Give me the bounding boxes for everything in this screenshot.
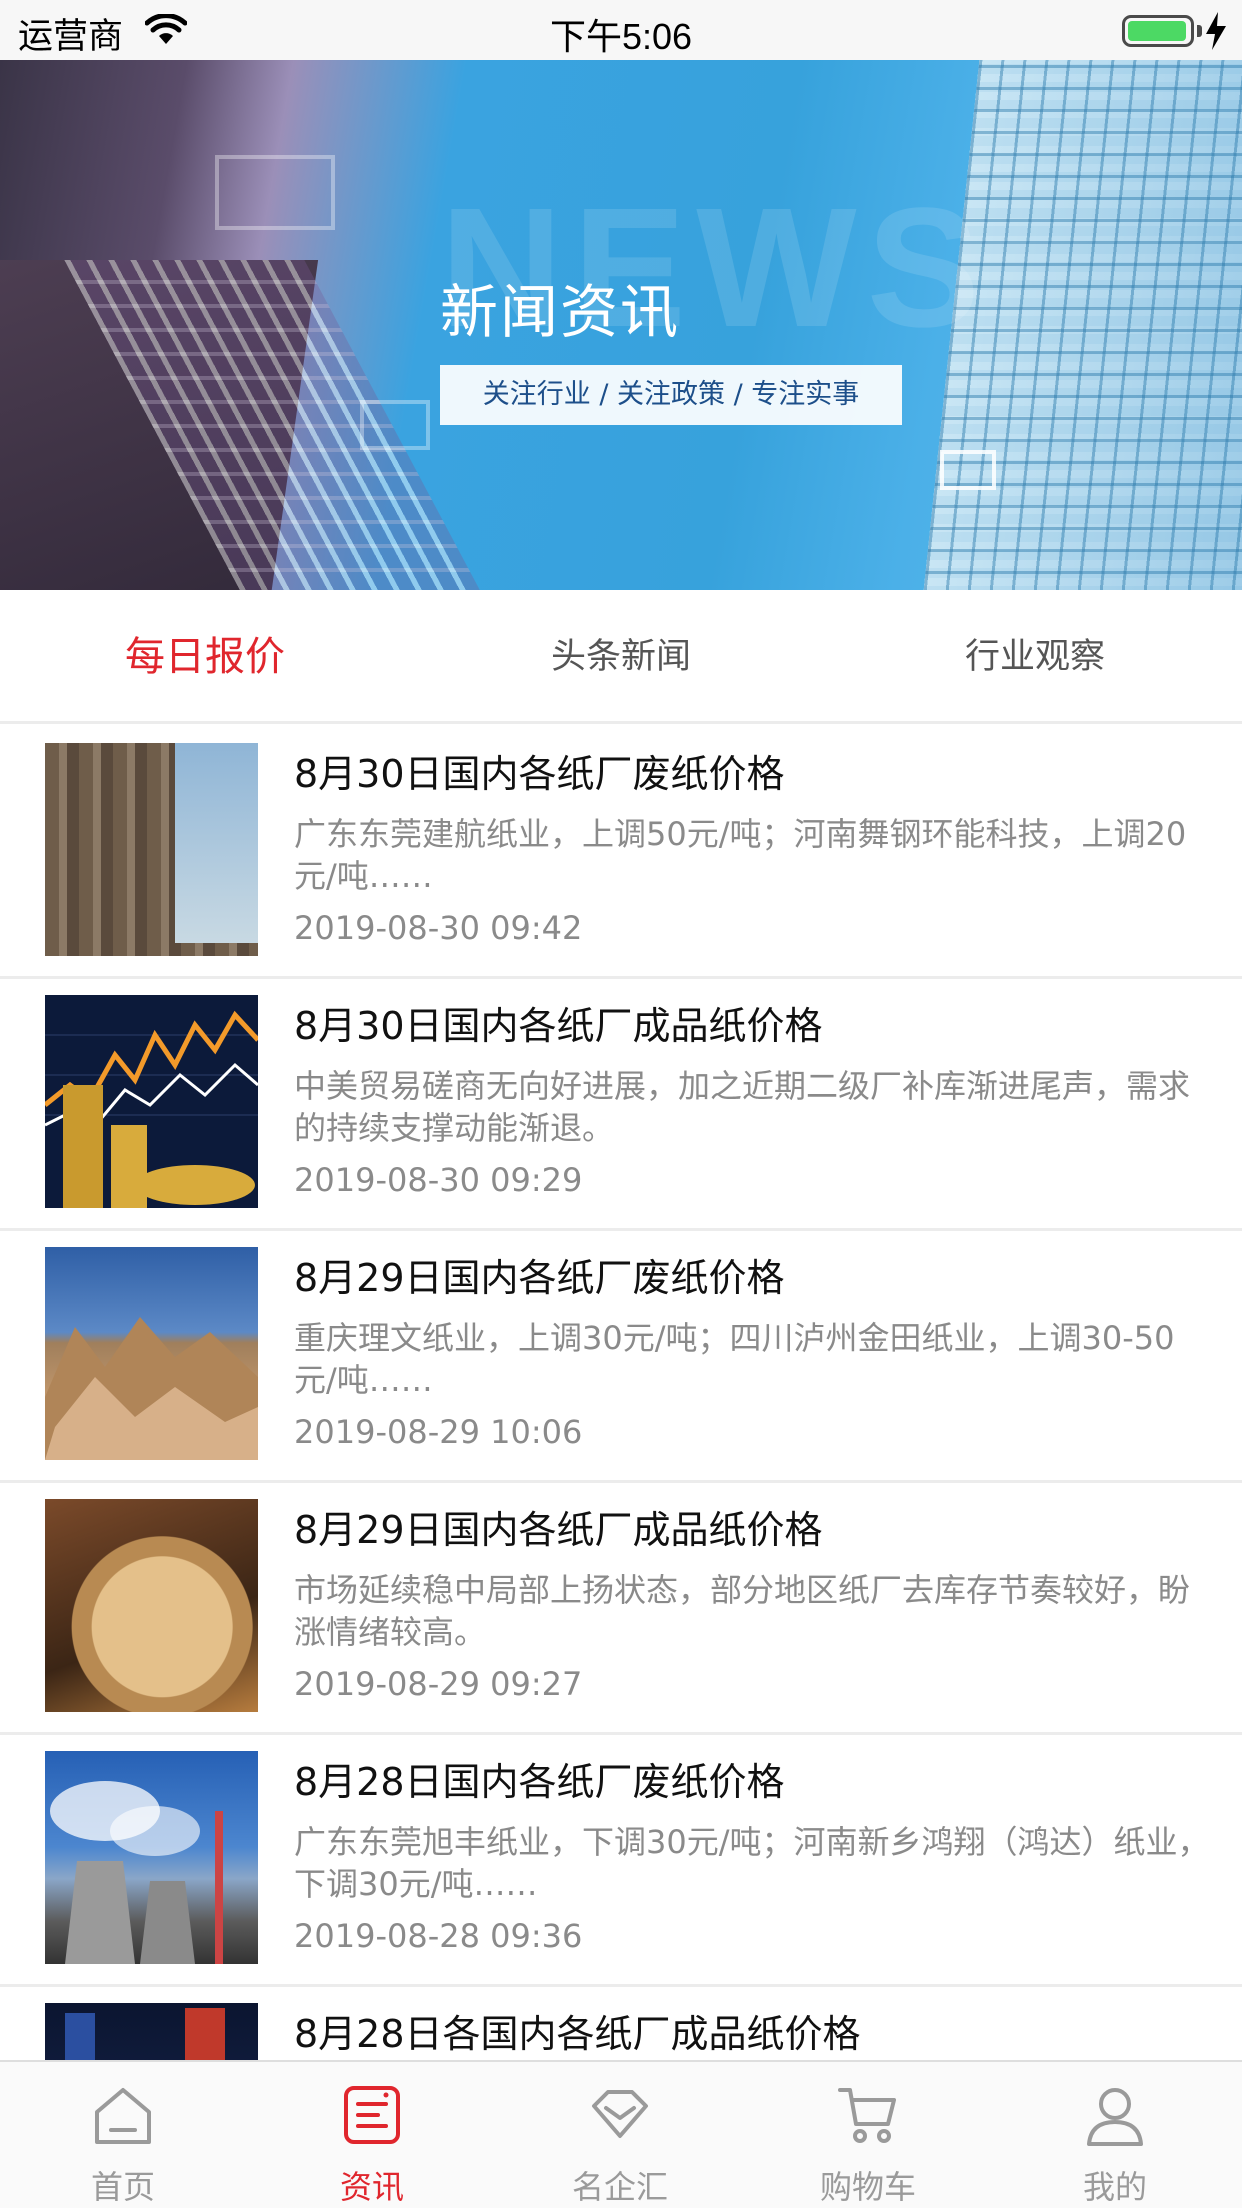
banner-title: 新闻资讯 [440,278,681,346]
status-bar: 运营商 下午5:06 [0,0,1242,60]
diamond-icon [592,2090,648,2138]
news-title: 8月30日国内各纸厂废纸价格 [294,752,785,796]
tabbar-item-profile[interactable]: 我的 [1015,2062,1215,2208]
news-summary: 中美贸易磋商无向好进展，加之近期二级厂补库渐进尾声，需求的持续支撑动能渐退。 [294,1067,1191,1147]
news-thumbnail [45,1247,258,1460]
news-summary: 广东东莞旭丰纸业，下调30元/吨；河南新乡鸿翔（鸿达）纸业，下调30元/吨…… [294,1823,1210,1903]
cart-icon [838,2088,896,2143]
news-date: 2019-08-30 09:29 [294,1161,583,1199]
news-summary: 广东东莞建航纸业，上调50元/吨；河南舞钢环能科技，上调20元/吨…… [294,815,1187,895]
home-icon [95,2088,151,2144]
news-list[interactable]: 8月30日国内各纸厂废纸价格 广东东莞建航纸业，上调50元/吨；河南舞钢环能科技… [0,727,1242,2060]
news-summary: 市场延续稳中局部上扬状态，部分地区纸厂去库存节奏较好，盼涨情绪较高。 [294,1571,1191,1651]
news-thumbnail [45,2003,258,2060]
news-thumbnail [45,1751,258,1964]
news-item[interactable]: 8月30日国内各纸厂成品纸价格 中美贸易磋商无向好进展，加之近期二级厂补库渐进尾… [0,979,1242,1231]
tabbar-item-cart[interactable]: 购物车 [768,2062,968,2208]
news-item[interactable]: 8月30日国内各纸厂废纸价格 广东东莞建航纸业，上调50元/吨；河南舞钢环能科技… [0,727,1242,979]
news-summary: 重庆理文纸业，上调30元/吨；四川泸州金田纸业，上调30-50元/吨…… [294,1319,1175,1399]
news-title: 8月30日国内各纸厂成品纸价格 [294,1004,823,1048]
battery-icon [1122,15,1194,47]
news-title: 8月28日各国内各纸厂成品纸价格 [294,2012,861,2056]
tab-industry-watch[interactable]: 行业观察 [885,590,1185,724]
news-date: 2019-08-28 09:36 [294,1917,583,1955]
tabbar-label: 资讯 [339,2168,404,2206]
news-date: 2019-08-30 09:42 [294,909,583,947]
news-title: 8月29日国内各纸厂废纸价格 [294,1256,785,1300]
news-item[interactable]: 8月29日国内各纸厂成品纸价格 市场延续稳中局部上扬状态，部分地区纸厂去库存节奏… [0,1483,1242,1735]
news-banner[interactable]: NEWS 新闻资讯 关注行业 / 关注政策 / 专注实事 [0,60,1242,590]
news-item[interactable]: 8月29日国内各纸厂废纸价格 重庆理文纸业，上调30元/吨；四川泸州金田纸业，上… [0,1231,1242,1483]
tabbar-item-home[interactable]: 首页 [23,2062,223,2208]
envelope-icon [940,450,996,490]
category-tabs: 每日报价 头条新闻 行业观察 [0,590,1242,724]
news-thumbnail [45,743,258,956]
tab-headlines[interactable]: 头条新闻 [471,590,771,724]
bottom-tab-bar: 首页 资讯 名企汇 购物车 我的 [0,2060,1242,2208]
news-item[interactable]: 8月28日各国内各纸厂成品纸价格 [0,1987,1242,2060]
tabbar-label: 首页 [90,2168,155,2206]
banner-subtitle: 关注行业 / 关注政策 / 专注实事 [440,365,902,425]
tabbar-label: 名企汇 [571,2168,668,2206]
battery-tip [1197,25,1202,37]
tab-daily-quote[interactable]: 每日报价 [55,590,355,724]
tabbar-item-enterprises[interactable]: 名企汇 [520,2062,720,2208]
envelope-icon [215,155,335,230]
news-date: 2019-08-29 09:27 [294,1665,583,1703]
charging-bolt-icon [1206,12,1226,50]
news-thumbnail [45,1499,258,1712]
news-title: 8月28日国内各纸厂废纸价格 [294,1760,785,1804]
tabbar-item-news[interactable]: 资讯 [272,2062,472,2208]
news-thumbnail [45,995,258,1208]
user-icon [1087,2088,1143,2146]
tabbar-label: 我的 [1082,2168,1147,2206]
clock-time: 下午5:06 [549,16,693,57]
envelope-icon [360,400,430,450]
tabbar-label: 购物车 [819,2168,916,2206]
news-date: 2019-08-29 10:06 [294,1413,583,1451]
news-title: 8月29日国内各纸厂成品纸价格 [294,1508,823,1552]
news-item[interactable]: 8月28日国内各纸厂废纸价格 广东东莞旭丰纸业，下调30元/吨；河南新乡鸿翔（鸿… [0,1735,1242,1987]
news-icon [344,2086,400,2144]
